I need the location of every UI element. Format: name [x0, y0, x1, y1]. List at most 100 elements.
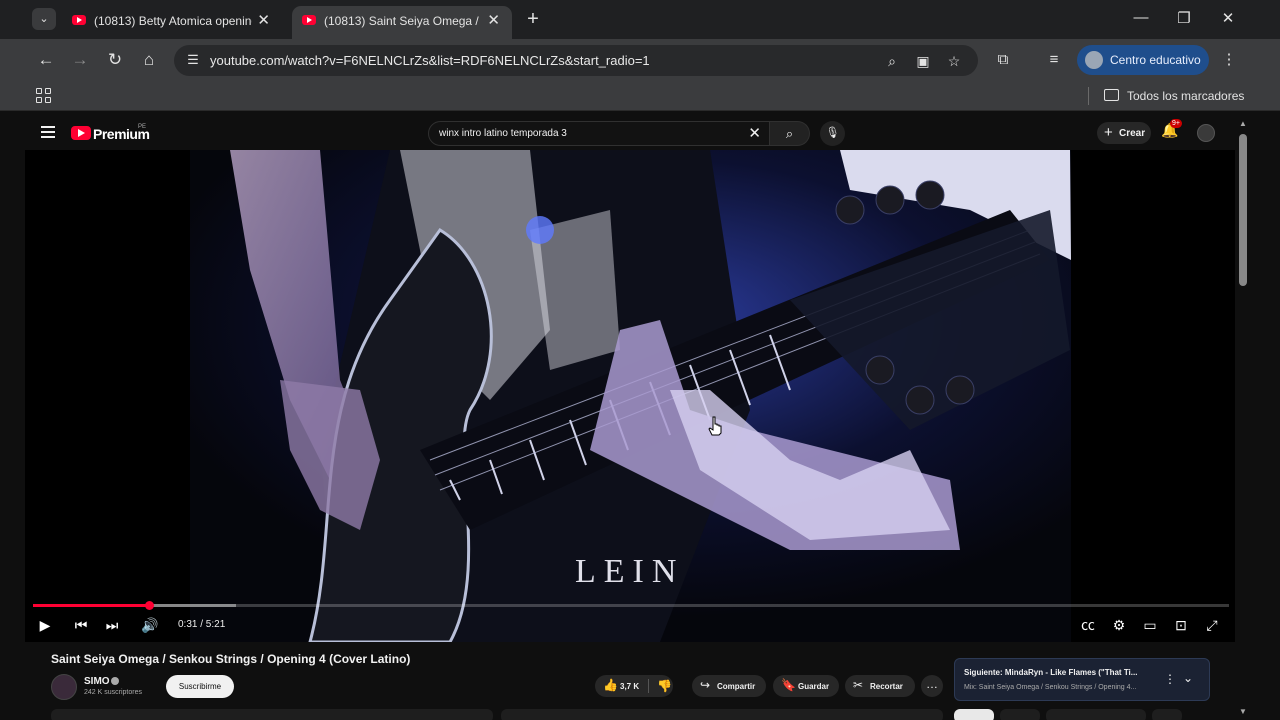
youtube-logo-icon[interactable] [71, 126, 91, 140]
kebab-menu-icon[interactable]: ⋮ [1164, 672, 1176, 686]
like-divider [648, 679, 649, 693]
extensions-icon[interactable]: ⧉ [992, 49, 1014, 71]
page-scrollbar[interactable]: ▲ ▼ [1235, 116, 1250, 720]
related-preview[interactable] [501, 709, 943, 720]
bookmarks-divider [1088, 87, 1089, 105]
create-label: Crear [1119, 128, 1146, 139]
video-title: Saint Seiya Omega / Senkou Strings / Ope… [51, 652, 411, 666]
browser-window: ⌄ (10813) Betty Atomica opening ✕ (10813… [0, 0, 1280, 720]
browser-toolbar: ← → ↻ ⌂ ☰ youtube.com/watch?v=F6NELNCLrZ… [0, 39, 1280, 81]
miniplayer-icon[interactable]: ▭ [1138, 615, 1162, 635]
chip[interactable] [1000, 709, 1040, 720]
folder-icon[interactable] [1104, 89, 1119, 101]
microphone-icon[interactable]: 🎙 [820, 121, 845, 146]
search-input[interactable]: winx intro latino temporada 3 ✕ [428, 121, 770, 146]
subtitles-icon[interactable]: ㏄ [1076, 615, 1100, 635]
star-icon[interactable]: ☆ [944, 51, 964, 71]
clear-search-icon[interactable]: ✕ [748, 124, 761, 142]
bookmarks-bar: Todos los marcadores [0, 81, 1280, 111]
close-icon[interactable]: ✕ [257, 11, 270, 29]
scrollbar-thumb[interactable] [1239, 134, 1247, 286]
notification-badge: 9+ [1170, 119, 1182, 128]
chevron-down-icon[interactable]: ⌄ [1183, 671, 1193, 685]
url-text[interactable]: youtube.com/watch?v=F6NELNCLrZs&list=RDF… [210, 53, 650, 68]
home-icon[interactable]: ⌂ [138, 49, 160, 71]
menu-icon[interactable] [41, 126, 55, 138]
chip-all[interactable] [954, 709, 994, 720]
share-icon: ↪ [700, 678, 711, 692]
subscriber-count: 242 K suscriptores [84, 689, 142, 696]
youtube-masthead: Premium PE winx intro latino temporada 3… [25, 116, 1235, 150]
site-info-icon[interactable]: ☰ [184, 51, 202, 69]
back-icon[interactable]: ← [35, 49, 57, 71]
clip-button[interactable]: ✂ Recortar [845, 675, 915, 697]
video-still: LEIN [190, 150, 1071, 642]
profile-chip[interactable]: Centro educativo [1077, 45, 1209, 75]
tab-strip: ⌄ (10813) Betty Atomica opening ✕ (10813… [0, 0, 1280, 39]
youtube-favicon-icon [72, 15, 86, 25]
restore-icon[interactable]: ❐ [1174, 9, 1194, 27]
up-next-card[interactable]: Siguiente: MindaRyn - Like Flames ("That… [954, 658, 1210, 701]
video-player[interactable]: LEIN ▶ ⏮ ⏭ 🔊 0:31 / 5:21 ㏄ ⚙ ▭ ⊡ ⤢ [25, 150, 1235, 642]
media-icon[interactable]: ≡ [1043, 49, 1065, 71]
video-frame[interactable]: LEIN [190, 150, 1071, 642]
time-display: 0:31 / 5:21 [178, 619, 226, 630]
share-label: Compartir [717, 682, 756, 691]
scroll-down-icon[interactable]: ▼ [1238, 707, 1248, 717]
profile-label: Centro educativo [1110, 53, 1201, 67]
tab-betty-atomica[interactable]: (10813) Betty Atomica opening ✕ [62, 6, 282, 39]
share-button[interactable]: ↪ Compartir [692, 675, 766, 697]
tab-label: (10813) Betty Atomica opening [94, 14, 252, 28]
progress-bar[interactable] [33, 601, 1229, 610]
previous-icon[interactable]: ⏮ [69, 615, 93, 635]
save-label: Guardar [798, 682, 830, 691]
window-close-icon[interactable]: ✕ [1218, 9, 1238, 27]
more-actions-icon[interactable]: … [921, 675, 943, 697]
like-count: 3,7 K [620, 682, 640, 691]
apps-icon[interactable] [36, 88, 52, 104]
next-icon[interactable]: ⏭ [100, 615, 124, 635]
forward-icon[interactable]: → [69, 49, 91, 71]
kebab-menu-icon[interactable]: ⋮ [1218, 49, 1240, 71]
scissors-icon: ✂ [853, 678, 864, 692]
up-next-title: Siguiente: MindaRyn - Like Flames ("That… [964, 668, 1138, 677]
shirt-text: LEIN [575, 553, 684, 590]
avatar[interactable] [1197, 124, 1215, 142]
subscribe-button[interactable]: Suscribirme [166, 675, 234, 698]
new-tab-icon[interactable]: + [522, 8, 544, 30]
close-icon[interactable]: ✕ [487, 11, 500, 29]
description-preview[interactable] [51, 709, 493, 720]
up-next-subtitle: Mix: Saint Seiya Omega / Senkou Strings … [964, 684, 1137, 691]
plus-icon: + [1104, 124, 1113, 141]
volume-icon[interactable]: 🔊 [138, 615, 162, 635]
search-query[interactable]: winx intro latino temporada 3 [439, 128, 567, 139]
verified-icon [111, 677, 119, 685]
cast-icon[interactable]: ⊡ [1169, 615, 1193, 635]
progress-played [33, 604, 149, 607]
create-button[interactable]: + Crear [1097, 122, 1151, 144]
tab-saint-seiya[interactable]: (10813) Saint Seiya Omega / Se ✕ [292, 6, 512, 39]
tab-search-icon[interactable]: ⌄ [32, 8, 56, 30]
reload-icon[interactable]: ↻ [104, 49, 126, 71]
tab-label: (10813) Saint Seiya Omega / Se [324, 14, 482, 28]
bookmark-icon: 🔖 [781, 678, 796, 692]
search-icon[interactable]: ⌕ [770, 121, 810, 146]
fullscreen-icon[interactable]: ⤢ [1200, 615, 1224, 635]
scroll-up-icon[interactable]: ▲ [1238, 119, 1248, 129]
chip[interactable] [1152, 709, 1182, 720]
channel-name[interactable]: SIMO [84, 676, 110, 687]
scrubber-handle[interactable] [145, 601, 154, 610]
country-code: PE [138, 124, 147, 130]
gear-icon[interactable]: ⚙ [1107, 615, 1131, 635]
avatar[interactable] [51, 674, 77, 700]
address-bar[interactable]: ☰ youtube.com/watch?v=F6NELNCLrZs&list=R… [174, 45, 978, 76]
thumbs-down-icon[interactable]: 👎 [657, 679, 672, 693]
play-icon[interactable]: ▶ [33, 615, 57, 635]
save-button[interactable]: 🔖 Guardar [773, 675, 839, 697]
all-bookmarks-label[interactable]: Todos los marcadores [1127, 89, 1244, 103]
minimize-icon[interactable]: — [1131, 9, 1151, 26]
zoom-icon[interactable]: ⌕ [882, 51, 902, 71]
install-icon[interactable]: ▣ [913, 51, 933, 71]
chip[interactable] [1046, 709, 1146, 720]
youtube-favicon-icon [302, 15, 316, 25]
